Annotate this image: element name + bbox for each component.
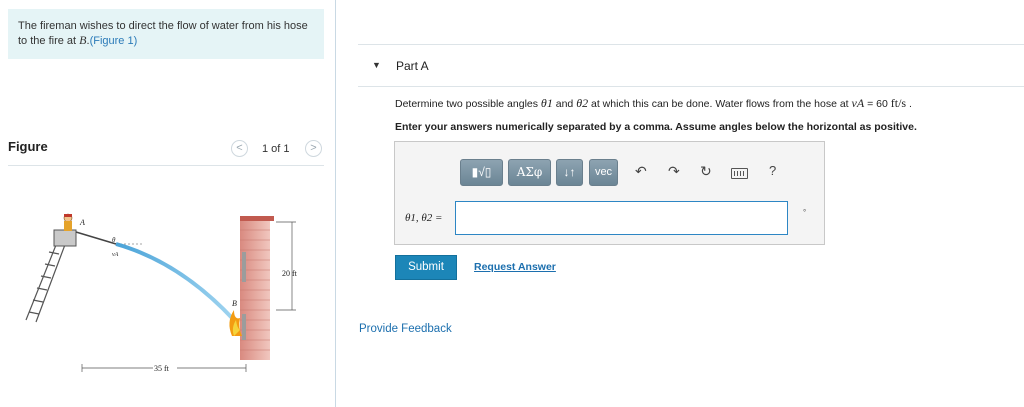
arrows-button[interactable]: ↓↑ [556,159,583,186]
window-upper [242,252,246,282]
question-velocity: vA [851,96,865,110]
answer-input[interactable] [455,201,788,235]
chevron-right-icon[interactable]: > [305,140,322,157]
keyboard-icon[interactable] [731,168,748,179]
label-height: 20 ft [282,269,298,278]
ladder [25,239,67,323]
chevron-left-icon[interactable]: < [231,140,248,157]
problem-statement: The fireman wishes to direct the flow of… [8,9,324,59]
figure-divider [8,165,324,166]
figure-pager: 1 of 1 [262,143,290,155]
symbols-button[interactable]: ΑΣφ [508,159,551,186]
redo-icon[interactable]: ↷ [668,163,680,180]
part-header[interactable]: ▼ Part A [358,44,1024,87]
reset-icon[interactable]: ↻ [700,163,712,180]
figure-link[interactable]: (Figure 1) [90,35,138,47]
fireman-bucket [53,213,77,247]
problem-text-before: The fireman wishes to direct the flow of… [18,20,308,47]
wall-cap [240,216,274,221]
question-text: Determine two possible angles θ1 and θ2 … [395,96,912,111]
question-theta2: θ2 [576,96,589,110]
provide-feedback-link[interactable]: Provide Feedback [359,323,452,335]
part-title: Part A [396,59,429,73]
hose [75,231,117,245]
question-suffix: . [906,98,912,110]
question-theta1: θ1 [540,96,553,110]
label-distance: 35 ft [154,364,170,373]
problem-point: B [79,33,87,47]
problem-figure: A θ vA B 20 ft 35 ft [25,213,298,373]
answer-label: θ1, θ2 = [405,212,443,224]
label-point-a: A [79,218,85,227]
caret-down-icon[interactable]: ▼ [372,60,381,70]
label-point-b: B [232,299,237,308]
question-equals: = 60 [864,98,891,110]
left-pane: The fireman wishes to direct the flow of… [0,0,336,407]
question-unit: ft/s [890,96,907,110]
vec-button[interactable]: vec [589,159,618,186]
templates-button[interactable]: ▮√▯ [460,159,503,186]
label-angle: θ [112,236,116,244]
height-dimension [276,221,296,311]
question-and: and [552,98,577,110]
question-prefix: Determine two possible angles [395,98,541,110]
input-status-icon: ° [803,208,807,217]
answer-panel: ▮√▯ ΑΣφ ↓↑ vec ↶ ↷ ↻ ? θ1, θ2 = ° [394,141,825,245]
window-lower [242,314,246,340]
submit-button[interactable]: Submit [395,255,457,280]
help-button[interactable]: ? [769,163,776,178]
label-velocity: vA [112,252,119,258]
figure-heading: Figure [8,139,48,154]
question-middle: at which this can be done. Water flows f… [588,98,852,110]
right-pane: ▼ Part A Determine two possible angles θ… [337,0,1024,407]
request-answer-link[interactable]: Request Answer [474,261,556,273]
water-stream [115,242,236,322]
undo-icon[interactable]: ↶ [635,163,647,180]
instruction-text: Enter your answers numerically separated… [395,121,917,133]
